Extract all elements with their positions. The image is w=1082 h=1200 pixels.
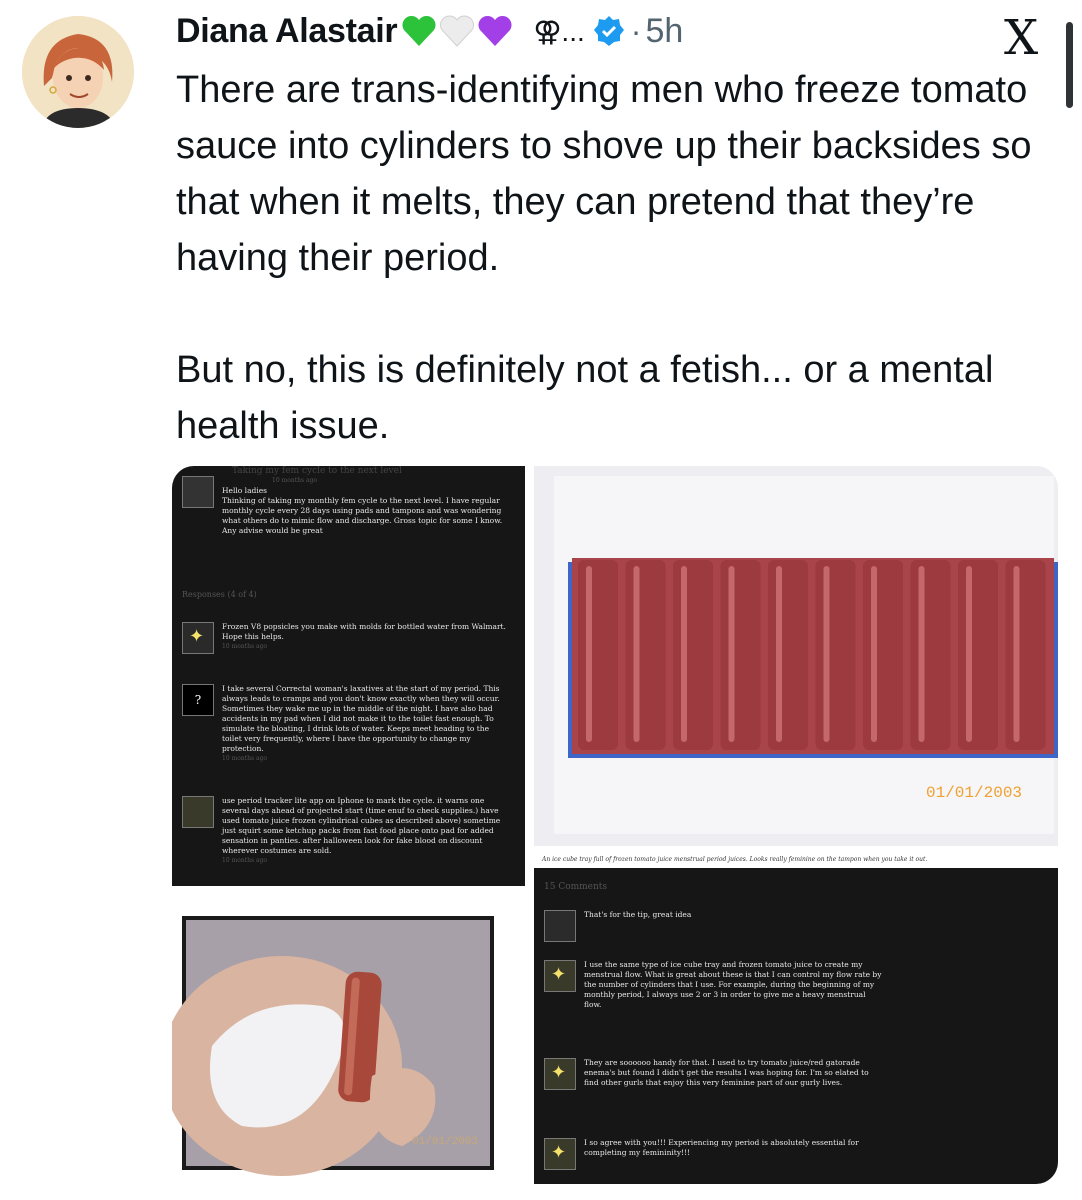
heart-emojis: [401, 15, 515, 47]
comment-avatar: ✦: [544, 960, 576, 992]
cylinder: [578, 560, 618, 750]
cylinder: [958, 560, 998, 750]
comment-text: I so agree with you!!! Experiencing my p…: [584, 1138, 859, 1157]
forum-screenshot-left: Taking my fem cycle to the next level 10…: [172, 466, 525, 886]
photo-caption: An ice cube tray full of frozen tomato j…: [542, 856, 928, 863]
scrollbar[interactable]: [1066, 22, 1073, 108]
comment-text: That's for the tip, great idea: [584, 910, 692, 919]
green-heart-icon: [402, 15, 436, 46]
forum-screenshot-right: 01/01/2003 An ice cube tray full of froz…: [534, 466, 1058, 1184]
cylinder: [720, 560, 761, 750]
cylinder-highlight: [633, 566, 640, 742]
reply-text: Frozen V8 popsicles you make with molds …: [222, 622, 506, 641]
cylinder-highlight: [966, 566, 972, 742]
cylinder: [625, 560, 666, 750]
timestamp[interactable]: 5h: [645, 12, 683, 51]
op-avatar: [182, 476, 214, 508]
comment-avatar: ✦: [544, 1058, 576, 1090]
cylinder: [1005, 560, 1046, 750]
avatar[interactable]: [22, 16, 134, 128]
comment-text: I use the same type of ice cube tray and…: [584, 960, 882, 1009]
comments-label: 15 Comments: [544, 882, 608, 892]
x-logo-icon[interactable]: X: [1004, 10, 1038, 66]
reply-avatar: ?: [182, 684, 214, 716]
photo-date-stamp: 01/01/2003: [412, 1136, 479, 1148]
comment-avatar: ✦: [544, 1138, 576, 1170]
reply-avatar: [182, 796, 214, 828]
cylinder-highlight: [871, 566, 877, 742]
separator-dot: ·: [630, 12, 642, 49]
reply-text: I take several Correctal woman's laxativ…: [222, 684, 500, 753]
avatar-illustration: [22, 16, 134, 128]
reply-meta: 10 months ago: [222, 755, 267, 762]
cylinder-highlight: [823, 566, 830, 742]
reply-avatar: ✦: [182, 622, 214, 654]
lesbian-symbol-emoji: ⚢...: [533, 15, 585, 47]
tweet-text-body: There are trans-identifying men who free…: [176, 69, 1032, 447]
photo-date-stamp: 01/01/2003: [926, 784, 1023, 802]
tweet-media[interactable]: Taking my fem cycle to the next level 10…: [172, 466, 1058, 1184]
comment-text: They are soooooo handy for that. I used …: [584, 1058, 869, 1087]
reply-text: use period tracker lite app on Iphone to…: [222, 796, 501, 855]
comments-section: An ice cube tray full of frozen tomato j…: [534, 856, 1058, 1184]
op-text: Hello ladies Thinking of taking my month…: [222, 486, 503, 535]
cylinder-highlight: [728, 566, 735, 742]
responses-label: Responses (4 of 4): [182, 590, 257, 599]
cylinder: [673, 560, 713, 750]
op-meta: 10 months ago: [272, 477, 317, 484]
cylinder-highlight: [1013, 566, 1020, 742]
reply-meta: 10 months ago: [222, 857, 267, 864]
cylinder: [910, 560, 951, 750]
purple-heart-icon: [478, 15, 512, 46]
cylinder-highlight: [918, 566, 925, 742]
cylinder-highlight: [681, 566, 687, 742]
cylinder: [863, 560, 903, 750]
cylinder: [768, 560, 808, 750]
photo-hand-cylinder: 01/01/2003: [172, 886, 525, 1184]
white-heart-icon: [440, 15, 475, 47]
cylinder-highlight: [586, 566, 592, 742]
verified-badge-icon: [593, 15, 625, 47]
forum-thread-title: Taking my fem cycle to the next level: [232, 466, 402, 476]
comment-avatar: [544, 910, 576, 942]
tweet-text: There are trans-identifying men who free…: [176, 62, 1056, 454]
author-name[interactable]: Diana Alastair: [176, 12, 398, 51]
cylinder: [815, 560, 856, 750]
cylinder-highlight: [776, 566, 782, 742]
tweet-header: Diana Alastair ⚢... · 5h: [176, 8, 683, 54]
reply-meta: 10 months ago: [222, 643, 267, 650]
